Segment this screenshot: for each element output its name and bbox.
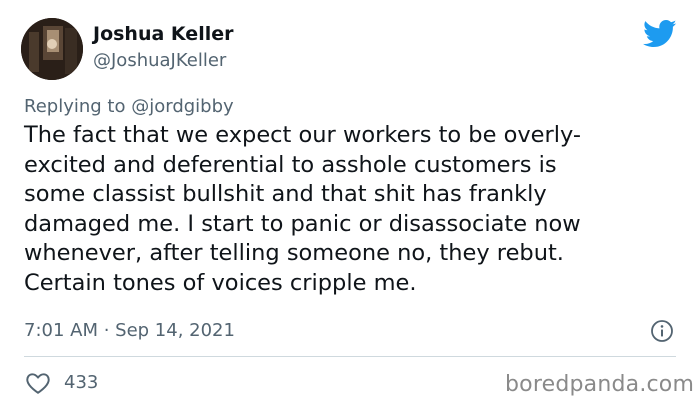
twitter-bird-icon[interactable] [643,19,677,49]
tweet-text-line: damaged me. I start to panic or disassoc… [24,210,581,237]
tweet-text-line: The fact that we expect our workers to b… [24,122,582,148]
tweet-timestamp[interactable]: 7:01 AM · Sep 14, 2021 [24,320,235,341]
tweet-text-line: whenever, after telling someone no, they… [24,240,564,266]
author-name[interactable]: Joshua Keller [93,23,233,45]
tweet-text-line: some classist bullshit and that shit has… [24,181,547,207]
watermark: boredpanda.com [505,372,695,397]
replying-prefix: Replying to [24,96,126,117]
reply-mention-link[interactable]: @jordgibby [131,96,233,117]
tweet-text-line: excited and deferential to asshole custo… [24,151,557,178]
replying-to: Replying to @jordgibby [24,96,234,117]
avatar-image [21,18,83,80]
like-count[interactable]: 433 [64,372,98,393]
avatar[interactable] [21,18,83,80]
tweet-text: The fact that we expect our workers to b… [24,121,674,298]
tweet-text-line: Certain tones of voices cripple me. [24,269,417,296]
info-icon[interactable] [650,319,674,343]
heart-icon[interactable] [25,371,51,395]
author-handle[interactable]: @JoshuaJKeller [93,50,226,71]
divider [24,356,676,357]
